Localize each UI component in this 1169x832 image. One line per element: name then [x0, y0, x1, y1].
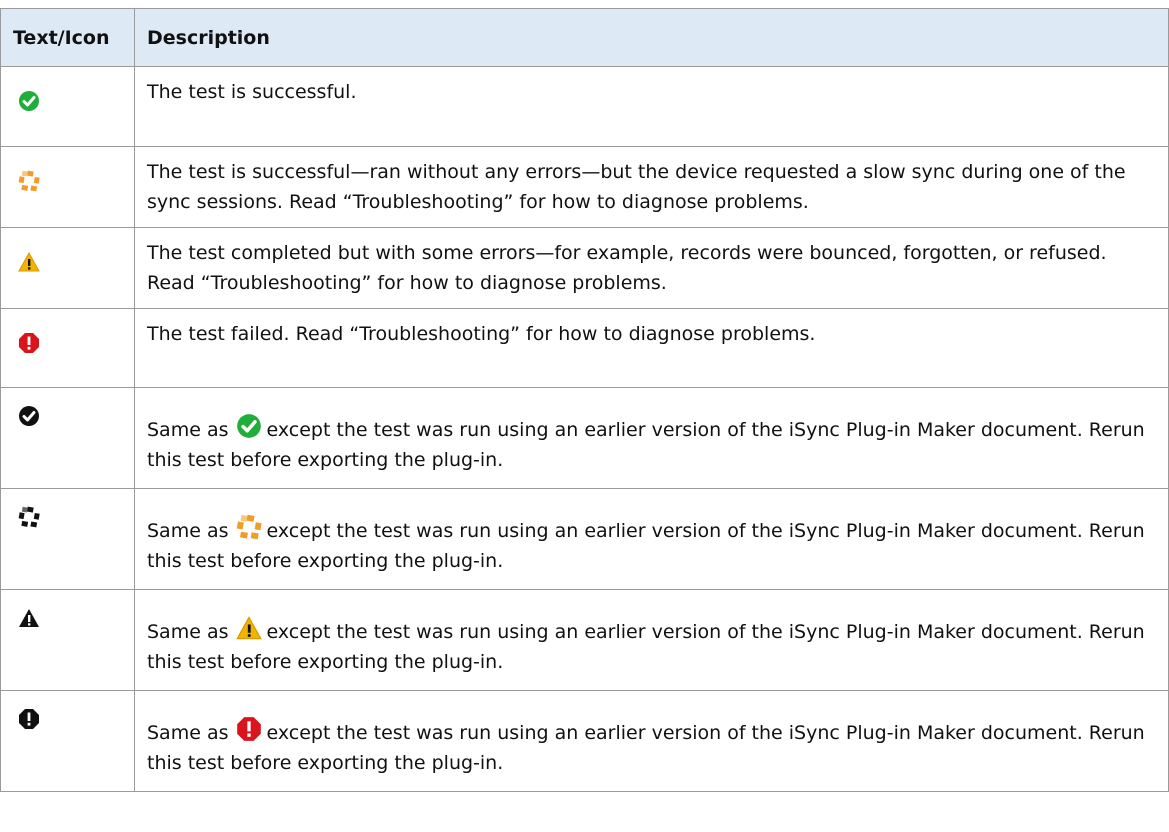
row-description: The test completed but with some errors—… [134, 227, 1169, 309]
status-icon-table: Text/Icon Description The test is succes… [0, 8, 1169, 792]
header-text-icon: Text/Icon [0, 8, 135, 67]
row-description: The test is successful. [134, 66, 1169, 147]
table-row: Same as except the test was run using an … [0, 690, 1169, 792]
table-row: Same as except the test was run using an … [0, 387, 1169, 489]
table-header-row: Text/Icon Description [0, 8, 1169, 67]
black-check-icon [18, 405, 40, 427]
row-description: The test failed. Read “Troubleshooting” … [134, 308, 1169, 388]
green-check-icon [18, 90, 40, 112]
black-exclamation-icon [18, 708, 40, 730]
orange-slow-sync-icon [236, 514, 263, 540]
table-row: Same as except the test was run using an … [0, 589, 1169, 691]
green-check-icon [236, 413, 262, 439]
yellow-warning-icon [18, 251, 40, 273]
same-as-label: Same as [147, 520, 229, 542]
yellow-warning-icon [236, 615, 263, 641]
red-exclamation-icon [18, 332, 40, 354]
header-description: Description [134, 8, 1169, 67]
same-as-label: Same as [147, 621, 229, 643]
row-description: except the test was run using an earlier… [147, 520, 1145, 572]
row-description: except the test was run using an earlier… [147, 621, 1145, 673]
table-row: The test failed. Read “Troubleshooting” … [0, 308, 1169, 388]
table-row: The test completed but with some errors—… [0, 227, 1169, 309]
row-description: The test is successful—ran without any e… [134, 146, 1169, 228]
row-description: except the test was run using an earlier… [147, 419, 1145, 471]
black-slow-sync-icon [18, 506, 40, 528]
row-description: except the test was run using an earlier… [147, 722, 1145, 774]
table-row: The test is successful. [0, 66, 1169, 147]
same-as-label: Same as [147, 722, 229, 744]
table-row: The test is successful—ran without any e… [0, 146, 1169, 228]
table-row: Same as except the test was run using an … [0, 488, 1169, 590]
black-warning-icon [18, 607, 40, 629]
red-exclamation-icon [236, 716, 262, 742]
orange-slow-sync-icon [18, 170, 40, 192]
same-as-label: Same as [147, 419, 229, 441]
